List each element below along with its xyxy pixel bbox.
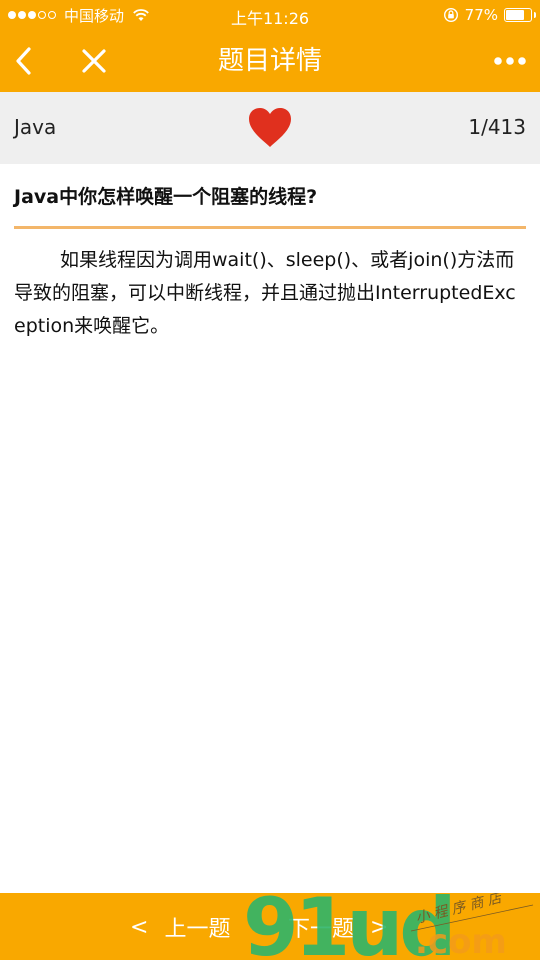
more-button[interactable] <box>490 41 530 81</box>
bottom-bar: < 上一题 下一题 > <box>0 893 540 960</box>
info-bar: Java 1/413 <box>0 92 540 164</box>
next-question-button[interactable]: 下一题 > <box>288 911 388 943</box>
next-label: 下一题 <box>288 917 355 942</box>
favorite-button[interactable] <box>245 105 295 151</box>
status-right: 77% <box>443 5 536 25</box>
question-title: Java中你怎样唤醒一个阻塞的线程? <box>14 186 318 208</box>
battery-fill <box>506 10 525 20</box>
prev-question-button[interactable]: < 上一题 <box>130 911 230 943</box>
next-arrow: > <box>370 914 389 940</box>
rotation-lock-icon <box>443 7 458 23</box>
battery-icon <box>504 8 536 22</box>
category-label: Java <box>14 115 57 139</box>
status-bar: 中国移动 上午11:26 77% <box>0 0 540 30</box>
heart-icon <box>249 108 291 147</box>
page-title: 题目详情 <box>217 46 322 76</box>
divider <box>14 226 526 229</box>
battery-percent: 77% <box>464 6 498 24</box>
question-counter: 1/413 <box>468 115 526 139</box>
more-dots-icon <box>494 57 526 65</box>
nav-bar: 题目详情 <box>0 30 540 92</box>
prev-arrow: < <box>130 914 149 940</box>
prev-label: 上一题 <box>164 917 231 942</box>
answer-text: 如果线程因为调用wait()、sleep()、或者join()方法而导致的阻塞，… <box>14 249 516 337</box>
